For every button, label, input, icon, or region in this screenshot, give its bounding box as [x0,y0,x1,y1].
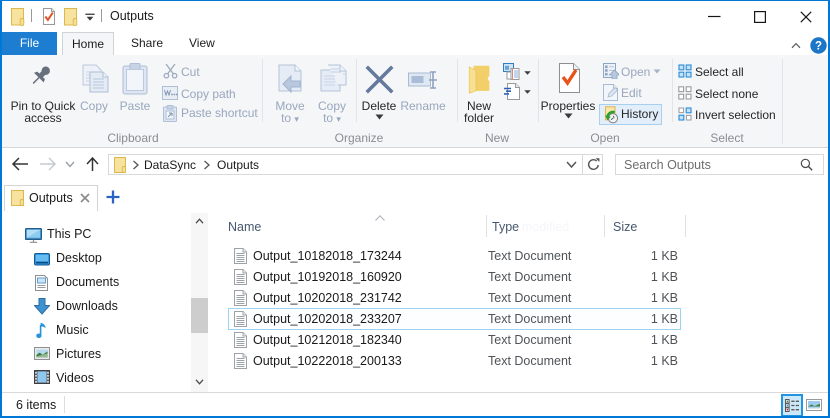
svg-text:?: ? [815,41,822,53]
